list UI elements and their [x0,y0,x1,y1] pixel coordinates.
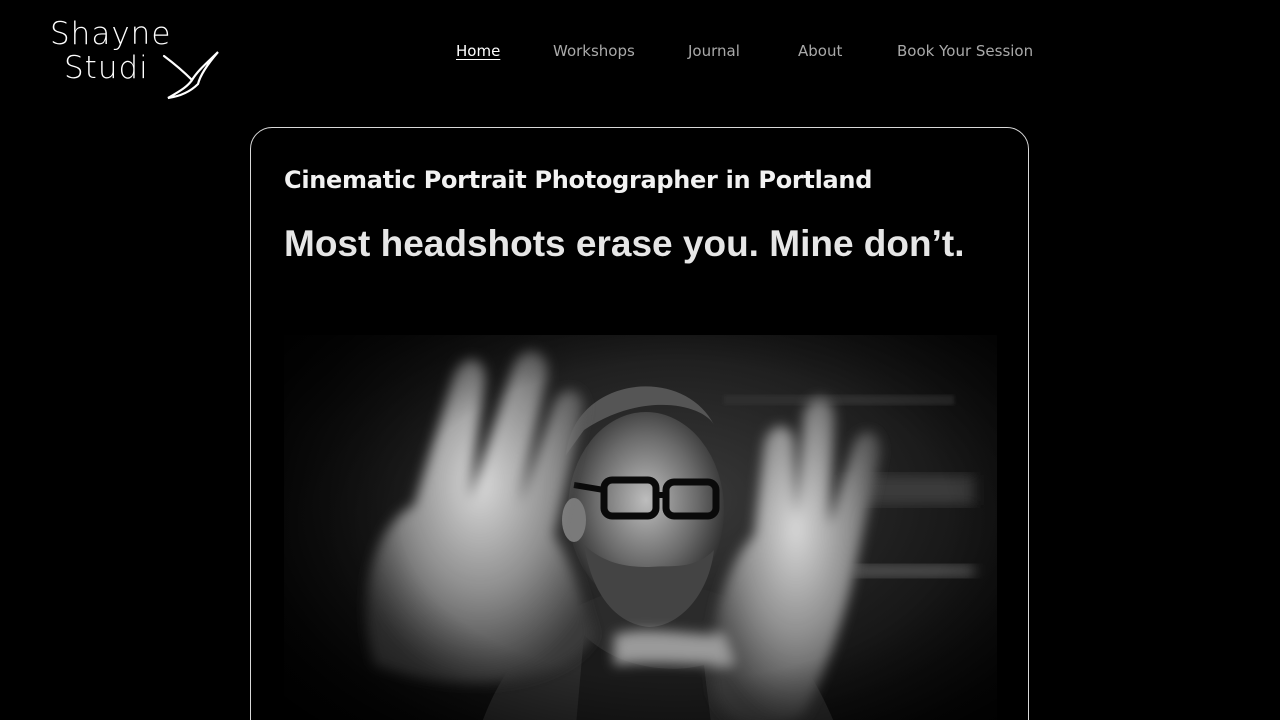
nav-item-home[interactable]: Home [456,40,500,62]
hero-portrait-image [284,335,997,720]
nav-item-book-your-session[interactable]: Book Your Session [897,40,1033,62]
nav-item-about[interactable]: About [798,40,842,62]
main-nav: Home Workshops Journal About Book Your S… [0,40,1280,62]
hero-headline: Most headshots erase you. Mine don’t. [284,223,965,264]
nav-item-workshops[interactable]: Workshops [553,40,635,62]
hero-subtitle: Cinematic Portrait Photographer in Portl… [284,166,873,194]
hero-card: Cinematic Portrait Photographer in Portl… [250,127,1029,720]
portrait-photo-icon [284,335,997,720]
nav-item-journal[interactable]: Journal [688,40,740,62]
